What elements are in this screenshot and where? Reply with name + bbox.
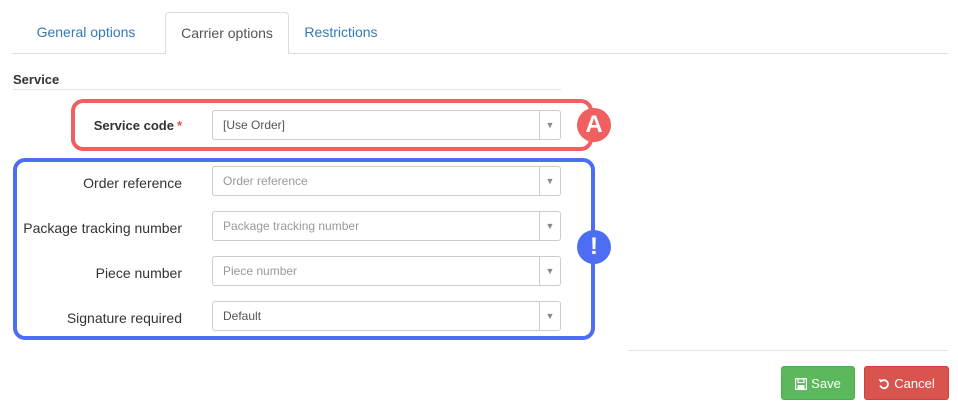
annotation-box-info: [13, 158, 595, 340]
save-button-label: Save: [811, 376, 841, 391]
save-button[interactable]: Save: [781, 366, 855, 400]
annotation-badge-a: A: [577, 108, 611, 142]
floppy-disk-icon: [795, 377, 808, 391]
tab-general-options[interactable]: General options: [26, 12, 146, 53]
tab-bar: General options Carrier options Restrict…: [12, 12, 948, 54]
section-title: Service: [13, 72, 60, 87]
annotation-badge-exclamation: !: [577, 230, 611, 264]
footer-divider: [628, 350, 948, 351]
cancel-button[interactable]: Cancel: [864, 366, 949, 400]
tab-carrier-options[interactable]: Carrier options: [165, 12, 289, 54]
undo-icon: [879, 379, 890, 390]
annotation-box-a: [71, 99, 593, 151]
tab-restrictions[interactable]: Restrictions: [302, 12, 380, 53]
cancel-button-label: Cancel: [894, 376, 935, 391]
section-divider: [13, 89, 561, 90]
